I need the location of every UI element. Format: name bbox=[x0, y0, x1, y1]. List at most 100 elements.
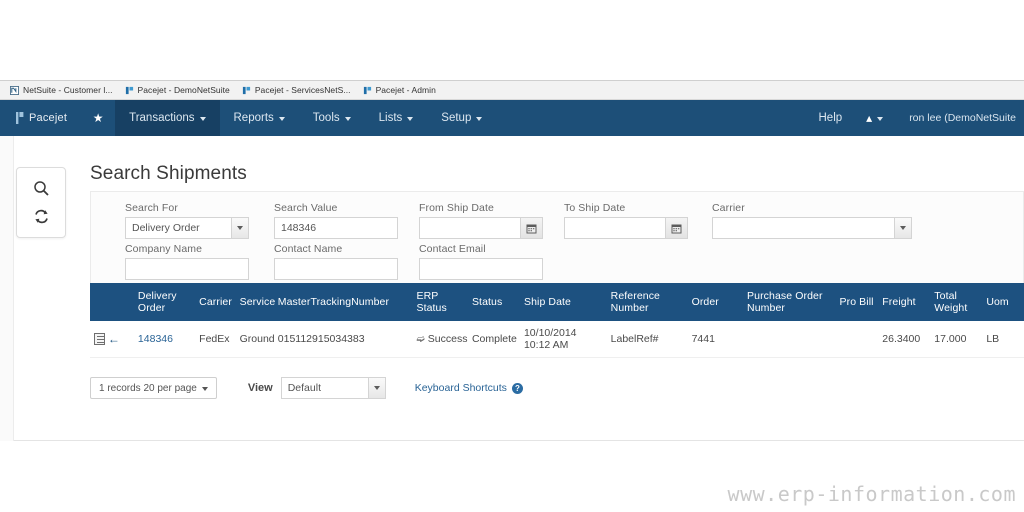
field-label: Search Value bbox=[274, 202, 338, 214]
cell-service: Ground bbox=[235, 321, 275, 358]
nav-item-label: Reports bbox=[233, 112, 274, 124]
nav-item-lists[interactable]: Lists bbox=[365, 100, 428, 136]
table-row[interactable]: ← 148346 FedEx Ground 015112915034383 ➫ … bbox=[90, 321, 1024, 358]
notifications-button[interactable]: ▴ bbox=[854, 111, 895, 125]
left-rail bbox=[0, 136, 14, 441]
col-header-purchase-order-number[interactable]: Purchase Order Number bbox=[743, 283, 836, 321]
col-header-master-tracking-number[interactable]: MasterTrackingNumber bbox=[273, 283, 413, 321]
nav-item-tools[interactable]: Tools bbox=[299, 100, 365, 136]
keyboard-shortcuts-link[interactable]: Keyboard Shortcuts ? bbox=[415, 382, 523, 394]
company-name-input[interactable] bbox=[125, 258, 249, 280]
col-header-ship-date[interactable]: Ship Date bbox=[519, 283, 607, 321]
col-header-total-weight[interactable]: Total Weight bbox=[930, 283, 983, 321]
view-select[interactable]: Default bbox=[280, 377, 386, 399]
col-header-reference-number[interactable]: Reference Number bbox=[606, 283, 688, 321]
chevron-down-icon bbox=[201, 386, 208, 391]
cell-carrier: FedEx bbox=[195, 321, 236, 358]
table-footer-controls: 1 records 20 per page View Default Keybo… bbox=[90, 377, 523, 399]
records-per-page-button[interactable]: 1 records 20 per page bbox=[90, 377, 217, 399]
chevron-down-icon bbox=[877, 116, 884, 121]
brand-label: Pacejet bbox=[29, 112, 68, 124]
nav-item-label: Transactions bbox=[129, 112, 195, 124]
field-label: Contact Name bbox=[274, 243, 343, 255]
wrench-icon: ➫ bbox=[416, 333, 425, 345]
col-header-uom[interactable]: Uom bbox=[982, 283, 1024, 321]
col-header-freight[interactable]: Freight bbox=[878, 283, 931, 321]
chevron-down-icon bbox=[344, 116, 351, 121]
table-header-row: Delivery Order Carrier Service MasterTra… bbox=[90, 283, 1024, 321]
cell-status: Complete bbox=[467, 321, 520, 358]
col-header-erp-status[interactable]: ERP Status bbox=[412, 283, 468, 321]
page-top-whitespace bbox=[0, 0, 1024, 81]
col-header-delivery-order[interactable]: Delivery Order bbox=[133, 283, 196, 321]
erp-status-text: Success bbox=[427, 332, 468, 345]
calendar-icon[interactable] bbox=[665, 218, 687, 238]
field-from-ship-date: From Ship Date bbox=[419, 202, 543, 239]
side-tool-panel bbox=[16, 167, 66, 238]
question-mark-icon[interactable]: ? bbox=[511, 382, 523, 394]
field-label: Company Name bbox=[125, 243, 203, 255]
records-per-page-label: 1 records 20 per page bbox=[99, 382, 197, 394]
contact-email-input[interactable] bbox=[419, 258, 543, 280]
chevron-down-icon[interactable] bbox=[894, 218, 911, 238]
brand-logo[interactable]: Pacejet bbox=[0, 100, 81, 136]
col-header-pro-bill[interactable]: Pro Bill bbox=[835, 283, 879, 321]
document-icon[interactable] bbox=[94, 333, 105, 346]
browser-tab-label: Pacejet - ServicesNetS... bbox=[254, 85, 351, 95]
browser-tab-0[interactable]: NetSuite - Customer l... bbox=[6, 81, 121, 99]
col-header-order[interactable]: Order bbox=[687, 283, 744, 321]
carrier-select[interactable] bbox=[712, 217, 912, 239]
field-carrier: Carrier bbox=[712, 202, 912, 239]
cell-erp-status: ➫ Success bbox=[412, 321, 468, 358]
col-header-service[interactable]: Service bbox=[235, 283, 275, 321]
search-for-value: Delivery Order bbox=[132, 222, 200, 234]
nav-item-transactions[interactable]: Transactions bbox=[115, 100, 220, 136]
star-icon[interactable]: ★ bbox=[81, 100, 115, 136]
search-icon[interactable] bbox=[28, 175, 54, 201]
chevron-down-icon[interactable] bbox=[231, 218, 248, 238]
user-menu[interactable]: ron lee (DemoNetSuite bbox=[895, 112, 1024, 124]
browser-tab-strip: NetSuite - Customer l... Pacejet - DemoN… bbox=[0, 80, 1024, 100]
help-label: Help bbox=[818, 112, 843, 124]
col-header-status[interactable]: Status bbox=[467, 283, 520, 321]
pacejet-icon bbox=[363, 86, 371, 94]
help-link[interactable]: Help bbox=[807, 112, 855, 124]
to-ship-date-input[interactable] bbox=[564, 217, 688, 239]
chevron-down-icon bbox=[407, 116, 414, 121]
browser-tab-1[interactable]: Pacejet - DemoNetSuite bbox=[121, 81, 238, 99]
keyboard-shortcuts-label: Keyboard Shortcuts bbox=[414, 382, 507, 394]
field-label: From Ship Date bbox=[419, 202, 494, 214]
pacejet-icon bbox=[125, 86, 133, 94]
cell-order: 7441 bbox=[687, 321, 744, 358]
search-value-input[interactable]: 148346 bbox=[274, 217, 398, 239]
from-ship-date-input[interactable] bbox=[419, 217, 543, 239]
col-header-carrier[interactable]: Carrier bbox=[195, 283, 236, 321]
browser-tab-label: Pacejet - Admin bbox=[375, 85, 436, 95]
cell-freight: 26.3400 bbox=[878, 321, 931, 358]
browser-tab-3[interactable]: Pacejet - Admin bbox=[359, 81, 444, 99]
refresh-icon[interactable] bbox=[28, 204, 54, 230]
nav-item-reports[interactable]: Reports bbox=[220, 100, 299, 136]
field-search-value: Search Value 148346 bbox=[274, 202, 398, 239]
contact-name-input[interactable] bbox=[274, 258, 398, 280]
search-for-select[interactable]: Delivery Order bbox=[125, 217, 249, 239]
arrow-left-icon[interactable]: ← bbox=[108, 332, 120, 346]
cell-uom: LB bbox=[982, 321, 1024, 358]
cell-delivery-order[interactable]: 148346 bbox=[133, 321, 196, 358]
calendar-icon[interactable] bbox=[520, 218, 542, 238]
field-company-name: Company Name bbox=[125, 243, 249, 280]
nav-item-setup[interactable]: Setup bbox=[427, 100, 496, 136]
watermark: www.erp-information.com bbox=[727, 482, 1016, 506]
cell-purchase-order-number bbox=[743, 321, 836, 358]
page-content: Search Shipments Search For Delivery Ord… bbox=[0, 136, 1024, 464]
col-header-selector[interactable] bbox=[90, 283, 134, 321]
field-label: To Ship Date bbox=[564, 202, 626, 214]
browser-tab-2[interactable]: Pacejet - ServicesNetS... bbox=[238, 81, 359, 99]
bell-icon: ▴ bbox=[866, 111, 873, 125]
chevron-down-icon[interactable] bbox=[367, 378, 385, 398]
row-actions-cell: ← bbox=[90, 321, 134, 358]
pacejet-icon bbox=[242, 86, 250, 94]
search-form-card: Search For Delivery Order Search Value 1… bbox=[90, 191, 1024, 283]
delivery-order-link[interactable]: 148346 bbox=[138, 333, 173, 345]
cell-ship-date: 10/10/2014 10:12 AM bbox=[519, 321, 607, 358]
